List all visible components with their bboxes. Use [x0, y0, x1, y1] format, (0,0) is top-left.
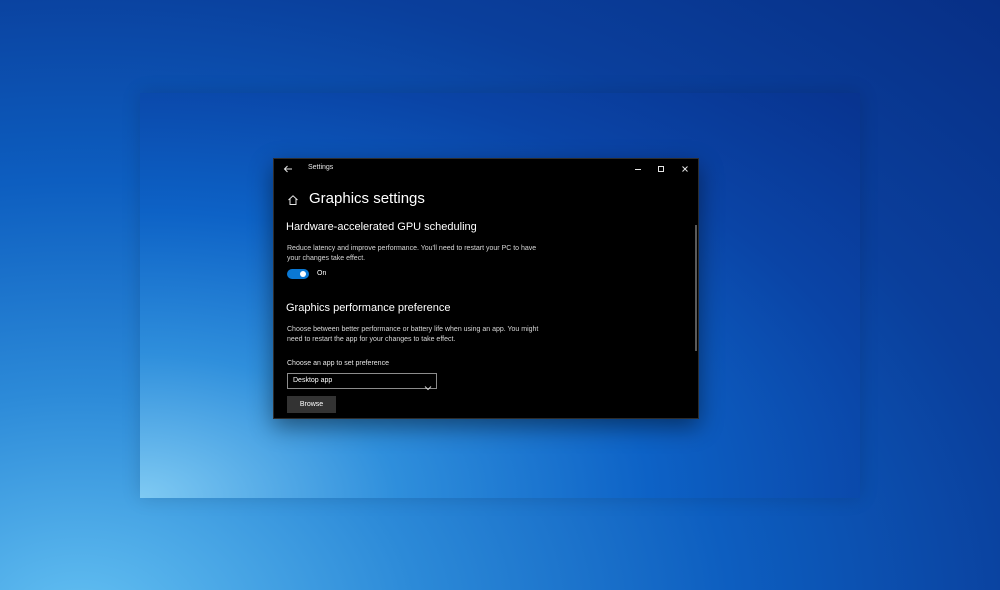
minimize-icon[interactable] — [631, 162, 645, 176]
gpu-scheduling-heading: Hardware-accelerated GPU scheduling — [286, 221, 477, 233]
vertical-scrollbar[interactable] — [695, 225, 697, 351]
toggle-knob — [300, 271, 306, 277]
chevron-down-icon — [424, 378, 432, 391]
back-arrow-icon[interactable] — [282, 162, 294, 174]
close-icon[interactable] — [678, 162, 692, 176]
app-type-select[interactable]: Desktop app — [287, 373, 437, 391]
app-type-select-value: Desktop app — [293, 377, 333, 384]
page-title: Graphics settings — [309, 190, 425, 207]
performance-preference-description: Choose between better performance or bat… — [287, 326, 539, 343]
home-icon[interactable] — [286, 193, 300, 207]
gpu-scheduling-toggle-label: On — [317, 270, 327, 277]
title-bar: Settings — [274, 159, 698, 179]
window-title: Settings — [308, 164, 334, 171]
app-select-label: Choose an app to set preference — [287, 360, 389, 367]
gpu-scheduling-toggle[interactable] — [287, 269, 309, 279]
performance-preference-heading: Graphics performance preference — [286, 302, 451, 314]
maximize-icon[interactable] — [654, 162, 668, 176]
gpu-scheduling-description: Reduce latency and improve performance. … — [287, 245, 537, 262]
browse-button[interactable]: Browse — [287, 396, 336, 413]
settings-window: Settings Graphics settings Hardware-acce… — [273, 158, 699, 419]
